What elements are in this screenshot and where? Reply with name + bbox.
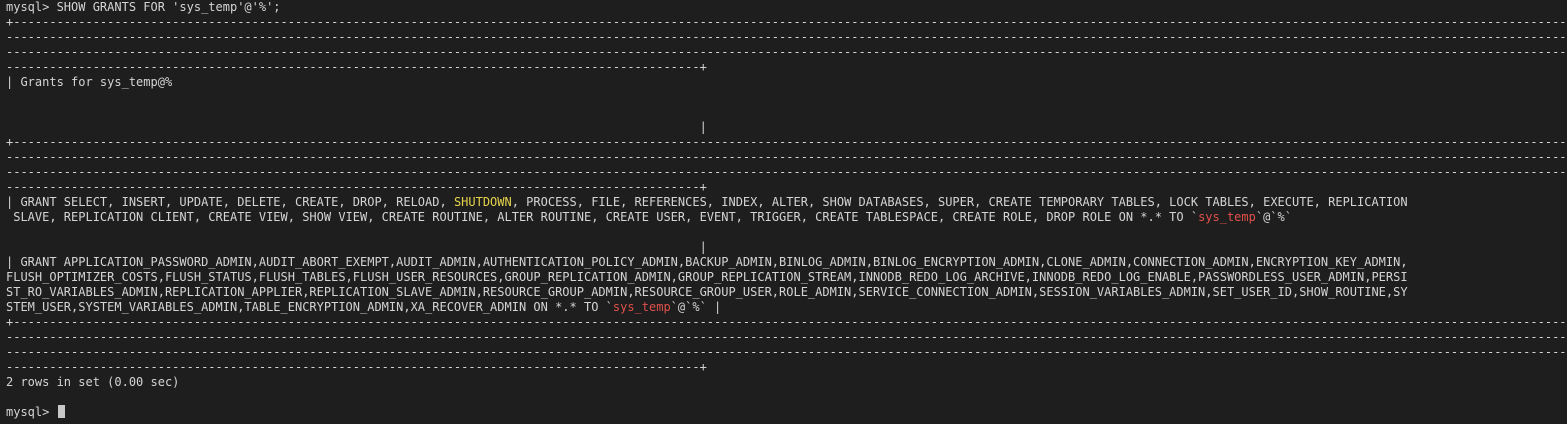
- keyword-highlight: SHUTDOWN: [453, 195, 512, 209]
- table-border-top-wrap: ----------------------------------------…: [6, 45, 1567, 59]
- user-highlight: sys_temp: [612, 300, 671, 314]
- table-border-bottom-wrap: ----------------------------------------…: [6, 345, 1567, 359]
- table-border-mid-wrap: ----------------------------------------…: [6, 150, 1567, 164]
- grant-row-1-line-2: SLAVE, REPLICATION CLIENT, CREATE VIEW, …: [6, 210, 1292, 224]
- table-border-top-end: ----------------------------------------…: [6, 60, 707, 74]
- grant-row-2-line-1: | GRANT APPLICATION_PASSWORD_ADMIN,AUDIT…: [6, 255, 1408, 269]
- command-line: mysql> SHOW GRANTS FOR 'sys_temp'@'%';: [6, 0, 281, 14]
- result-summary: 2 rows in set (0.00 sec): [6, 375, 180, 389]
- prompt-text: mysql>: [6, 405, 57, 419]
- table-border-top: +---------------------------------------…: [6, 15, 1567, 29]
- table-border-bottom-end: ----------------------------------------…: [6, 360, 707, 374]
- user-highlight: sys_temp: [1198, 210, 1256, 224]
- table-border-mid: +---------------------------------------…: [6, 135, 1567, 149]
- table-border-bottom: +---------------------------------------…: [6, 315, 1567, 329]
- grant-row-2-line-3: ST_RO_VARIABLES_ADMIN,REPLICATION_APPLIE…: [6, 285, 1408, 299]
- prompt-line[interactable]: mysql>: [6, 405, 1567, 420]
- terminal-window[interactable]: mysql> SHOW GRANTS FOR 'sys_temp'@'%'; +…: [0, 0, 1567, 424]
- table-border-mid-end: ----------------------------------------…: [6, 180, 707, 194]
- grant-row-2-line-2: FLUSH_OPTIMIZER_COSTS,FLUSH_STATUS,FLUSH…: [6, 270, 1408, 284]
- column-header-pipe: |: [6, 120, 707, 134]
- table-border-top-wrap: ----------------------------------------…: [6, 30, 1567, 44]
- grant-row-1-line-1: | GRANT SELECT, INSERT, UPDATE, DELETE, …: [6, 195, 1408, 209]
- cursor-icon: [57, 405, 65, 418]
- grant-row-2-line-4: STEM_USER,SYSTEM_VARIABLES_ADMIN,TABLE_E…: [6, 300, 722, 314]
- grant-row-1-pipe: |: [6, 240, 707, 254]
- table-border-mid-wrap: ----------------------------------------…: [6, 165, 1567, 179]
- table-border-bottom-wrap: ----------------------------------------…: [6, 330, 1567, 344]
- column-header: | Grants for sys_temp@%: [6, 75, 173, 89]
